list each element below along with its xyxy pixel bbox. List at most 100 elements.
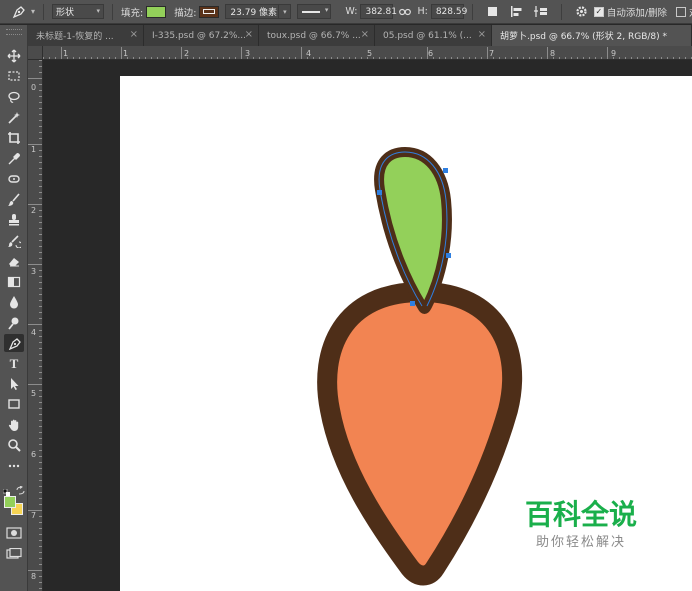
tool-type[interactable]: T (4, 354, 24, 372)
ruler-label: 1 (31, 145, 36, 154)
type-icon: T (10, 356, 19, 370)
crop-icon (8, 132, 20, 144)
screen-mode-icon (6, 547, 22, 559)
swap-colors-icon[interactable] (16, 480, 25, 495)
more-icon (8, 464, 20, 468)
tab-label: I-335.psd @ 67.2%... (152, 30, 246, 41)
ruler-label: 3 (31, 267, 36, 276)
ruler-label: 7 (489, 49, 494, 58)
tool-move[interactable] (4, 47, 24, 65)
tool-hand[interactable] (4, 416, 24, 434)
screen-mode-button[interactable] (6, 545, 22, 559)
ruler-origin[interactable] (28, 46, 43, 60)
gradient-icon (7, 276, 21, 288)
anchor-point[interactable] (410, 301, 415, 306)
foreground-color-swatch[interactable] (4, 496, 16, 508)
tools-panel: T (0, 25, 28, 591)
tab-document-2[interactable]: I-335.psd @ 67.2%... × (144, 25, 259, 46)
ruler-label: 4 (306, 49, 311, 58)
divider (471, 3, 473, 20)
tool-pen[interactable] (4, 334, 24, 352)
width-input[interactable]: 382.81 (360, 4, 397, 19)
options-bar: ▾ 形状 ▾ 填充: 描边: 23.79 像素 ▾ W: 382.81 H: 8… (0, 0, 692, 24)
link-dimensions-button[interactable] (397, 4, 413, 20)
tool-marquee[interactable] (4, 67, 24, 85)
default-colors-icon[interactable] (2, 481, 10, 496)
close-icon[interactable]: × (130, 29, 138, 40)
ruler-label: 6 (428, 49, 433, 58)
pen-tool-preset[interactable] (8, 3, 30, 21)
stroke-color-swatch[interactable] (199, 5, 220, 18)
blur-icon (10, 296, 18, 309)
path-arrangement-button[interactable] (533, 4, 549, 20)
divider (112, 3, 114, 20)
anchor-point[interactable] (446, 253, 451, 258)
quick-mask-button[interactable] (6, 524, 22, 539)
rectangle-icon (8, 399, 20, 409)
chevron-down-icon[interactable]: ▾ (31, 7, 35, 16)
height-input[interactable]: 828.59 (430, 4, 467, 19)
tool-history-brush[interactable] (4, 232, 24, 250)
stroke-width-input[interactable]: 23.79 像素 (225, 4, 280, 19)
tool-zoom[interactable] (4, 436, 24, 454)
tool-crop[interactable] (4, 129, 24, 147)
carrot-body-shape[interactable] (317, 282, 523, 586)
panel-grip[interactable] (6, 29, 22, 35)
zoom-icon (8, 439, 21, 452)
ruler-label: 3 (245, 49, 250, 58)
tab-document-active[interactable]: 胡萝卜.psd @ 66.7% (形状 2, RGB/8) * (492, 25, 692, 46)
watermark-title: 百科全说 (524, 498, 637, 531)
anchor-point[interactable] (443, 168, 448, 173)
eyedropper-icon (8, 153, 20, 165)
ruler-label: 2 (31, 206, 36, 215)
stroke-width-dropdown[interactable]: ▾ (279, 4, 292, 19)
align-edges-checkbox[interactable] (676, 6, 687, 17)
fill-label: 填充: (121, 7, 144, 19)
anchor-point[interactable] (377, 190, 382, 195)
document-tabs: 未标题-1-恢复的 ... × I-335.psd @ 67.2%... × t… (28, 25, 692, 46)
tool-eyedropper[interactable] (4, 150, 24, 168)
tab-document-1[interactable]: 未标题-1-恢复的 ... × (28, 25, 144, 46)
tab-document-3[interactable]: toux.psd @ 66.7% ... × (259, 25, 375, 46)
tool-lasso[interactable] (4, 88, 24, 106)
tool-path-selection[interactable] (4, 375, 24, 393)
tab-document-4[interactable]: 05.psd @ 61.1% (... × (375, 25, 492, 46)
auto-add-delete-checkbox[interactable]: ✓ (593, 6, 604, 17)
ruler-label: 4 (31, 328, 36, 337)
hand-icon (8, 419, 19, 431)
magic-wand-icon (8, 112, 20, 124)
path-operations-button[interactable] (485, 4, 501, 20)
dodge-icon (8, 317, 19, 330)
tool-eraser[interactable] (4, 252, 24, 270)
close-icon[interactable]: × (245, 29, 253, 40)
close-icon[interactable]: × (361, 29, 369, 40)
vertical-ruler[interactable]: 0 1 2 3 4 5 6 7 8 (28, 60, 43, 591)
eraser-icon (9, 258, 19, 267)
history-brush-icon (8, 235, 21, 248)
path-alignment-icon (511, 6, 522, 17)
photoshop-window: ▾ 形状 ▾ 填充: 描边: 23.79 像素 ▾ W: 382.81 H: 8… (0, 0, 692, 591)
ruler-label: 1 (123, 49, 128, 58)
ruler-label: 1 (63, 49, 68, 58)
tool-gradient[interactable] (4, 273, 24, 291)
horizontal-ruler[interactable]: 1 1 2 3 4 5 6 7 8 9 (43, 46, 692, 60)
move-icon (7, 49, 21, 63)
brush-icon (8, 193, 20, 206)
close-icon[interactable]: × (478, 29, 486, 40)
tab-label: 未标题-1-恢复的 ... (36, 32, 114, 42)
stroke-type-select[interactable] (297, 4, 332, 19)
tool-more[interactable] (4, 457, 24, 475)
tool-blur[interactable] (4, 293, 24, 311)
path-alignment-button[interactable] (509, 4, 525, 20)
settings-button[interactable] (574, 4, 590, 20)
tool-magic-wand[interactable] (4, 109, 24, 127)
shape-mode-select[interactable]: 形状 ▾ (52, 4, 105, 19)
tool-healing-brush[interactable] (4, 170, 24, 188)
tool-dodge[interactable] (4, 314, 24, 332)
fill-color-swatch[interactable] (146, 5, 167, 18)
stroke-preview-icon (203, 9, 216, 14)
tool-clone-stamp[interactable] (4, 211, 24, 229)
tool-rectangle[interactable] (4, 395, 24, 413)
gear-icon (576, 6, 587, 17)
tool-brush[interactable] (4, 191, 24, 209)
